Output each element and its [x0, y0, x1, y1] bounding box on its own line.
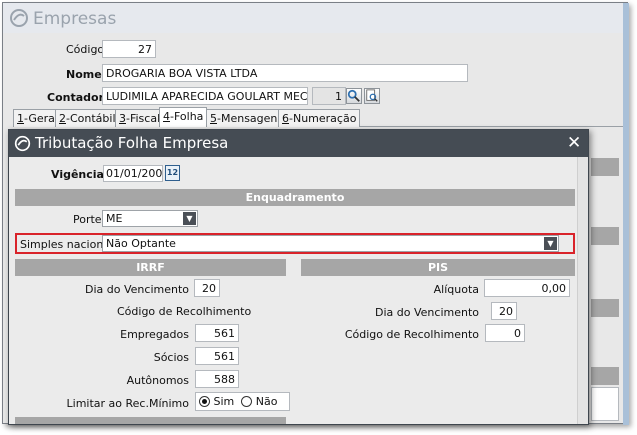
pis-cod-recolh-label: Código de Recolhimento [344, 328, 479, 341]
porte-value: ME [106, 212, 123, 225]
socios-input[interactable]: 561 [195, 347, 239, 365]
chevron-down-icon: ▼ [544, 237, 557, 250]
irrf-header: IRRF [15, 259, 286, 276]
pis-cod-recolh-input[interactable]: 0 [485, 324, 525, 342]
radio-sim[interactable]: Sim [199, 395, 234, 408]
tab-folha[interactable]: 4-Folha [159, 107, 208, 127]
background-section-header [591, 367, 619, 385]
background-panel [591, 387, 619, 421]
irrf-footer-bar [15, 417, 286, 424]
vigencia-input[interactable]: 01/01/2009 [103, 165, 163, 182]
aliquota-input[interactable]: 0,00 [484, 279, 570, 297]
document-search-icon [366, 89, 378, 102]
aliquota-label: Alíquota [433, 283, 479, 296]
simples-select[interactable]: Não Optante ▼ [102, 235, 559, 252]
empregados-label: Empregados [120, 328, 189, 341]
codigo-input[interactable]: 27 [102, 40, 156, 58]
close-icon[interactable]: ✕ [567, 133, 581, 153]
autonomos-input[interactable]: 588 [195, 370, 239, 388]
search-contador-button[interactable] [346, 88, 362, 104]
dialog-titlebar: Tributação Folha Empresa ✕ [9, 130, 588, 157]
tab-mensagens[interactable]: 5-Mensagens [206, 109, 288, 127]
radio-selected-icon [199, 396, 210, 407]
socios-label: Sócios [153, 351, 189, 364]
app-logo-icon [14, 135, 31, 152]
pis-dia-venc-label: Dia do Vencimento [375, 306, 479, 319]
radio-nao[interactable]: Não [241, 395, 277, 408]
irrf-dia-venc-input[interactable]: 20 [194, 279, 220, 297]
view-contador-button[interactable] [364, 88, 380, 104]
limitar-radio-group: Sim Não [195, 392, 290, 411]
nome-input[interactable]: DROGARIA BOA VISTA LTDA [102, 64, 468, 82]
tab-contabil[interactable]: 2-Contábil [55, 109, 120, 127]
window-edge [623, 3, 629, 425]
dialog-title: Tributação Folha Empresa [35, 134, 229, 152]
pis-dia-venc-input[interactable]: 20 [491, 302, 517, 320]
radio-sim-label: Sim [213, 395, 235, 408]
empresas-title: Empresas [33, 9, 117, 29]
enquadramento-header: Enquadramento [15, 189, 575, 206]
background-section-header [591, 158, 619, 176]
background-section-header [591, 227, 619, 245]
irrf-cod-recolh-label: Código de Recolhimento [117, 305, 252, 318]
vigencia-label: Vigência [51, 168, 104, 181]
limitar-label: Limitar ao Rec.Mínimo [66, 397, 189, 410]
contador-code-input[interactable]: 1 [312, 87, 346, 105]
tab-numeracao[interactable]: 6-Numeração [278, 109, 361, 127]
porte-select[interactable]: ME ▼ [102, 210, 198, 227]
app-logo-icon [10, 9, 28, 27]
calendar-icon[interactable]: 12 [165, 165, 180, 181]
tributacao-folha-dialog: Tributação Folha Empresa ✕ Vigência 01/0… [8, 129, 589, 425]
search-icon [347, 89, 360, 102]
autonomos-label: Autônomos [126, 374, 189, 387]
simples-value: Não Optante [106, 237, 176, 250]
radio-unselected-icon [241, 396, 253, 407]
dialog-scrollbar[interactable] [577, 157, 588, 424]
chevron-down-icon: ▼ [183, 212, 196, 225]
empresas-titlebar: Empresas [3, 3, 627, 33]
nome-label: Nome [66, 68, 102, 81]
contador-label: Contador [47, 91, 104, 104]
pis-header: PIS [301, 259, 575, 276]
radio-nao-label: Não [255, 395, 278, 408]
background-section-header [591, 299, 619, 317]
simples-label: Simples nacional [20, 238, 114, 251]
contador-input[interactable]: LUDIMILA APARECIDA GOULART MECENERO [102, 87, 308, 105]
irrf-dia-venc-label: Dia do Vencimento [85, 283, 189, 296]
empregados-input[interactable]: 561 [195, 324, 239, 342]
codigo-label: Código [66, 43, 105, 56]
tab-fiscal[interactable]: 3-Fiscal [115, 109, 165, 127]
porte-label: Porte [73, 213, 102, 226]
